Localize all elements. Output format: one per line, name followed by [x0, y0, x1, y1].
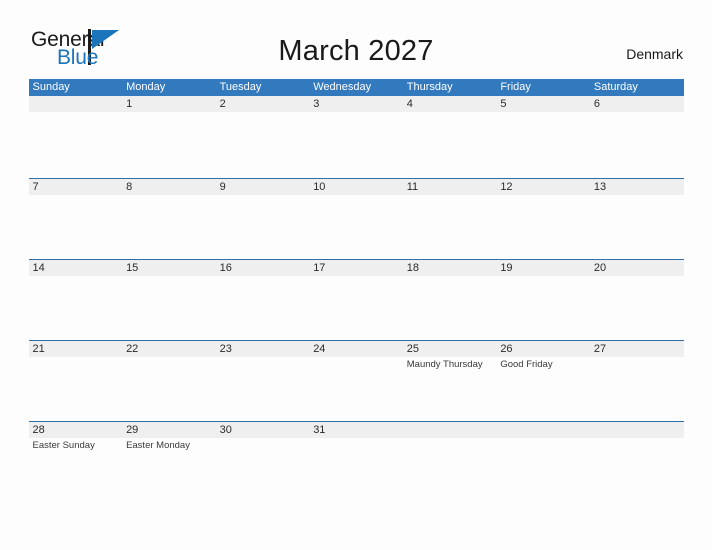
day-event — [403, 438, 497, 500]
day-event — [496, 438, 590, 500]
day-number[interactable]: 8 — [122, 179, 216, 195]
calendar-week-row: 28 29 30 31 Easter Sunday Easter Monday — [28, 421, 684, 479]
calendar-page: General Blue March 2027 Denmark Sunday M… — [0, 0, 712, 550]
day-event — [309, 438, 403, 500]
day-number[interactable]: 3 — [309, 96, 403, 112]
day-number[interactable]: 22 — [122, 341, 216, 357]
day-number[interactable] — [496, 422, 590, 438]
day-event — [590, 357, 684, 419]
day-event — [403, 276, 497, 338]
day-number[interactable]: 6 — [590, 96, 684, 112]
day-number[interactable]: 21 — [29, 341, 123, 357]
day-number[interactable]: 10 — [309, 179, 403, 195]
day-events-band: Maundy Thursday Good Friday — [29, 357, 684, 419]
day-number[interactable]: 25 — [403, 341, 497, 357]
day-number[interactable]: 13 — [590, 179, 684, 195]
day-number[interactable]: 15 — [122, 260, 216, 276]
day-event — [590, 438, 684, 500]
calendar-week-row: 14 15 16 17 18 19 20 — [28, 259, 684, 340]
day-event — [590, 112, 684, 174]
day-number-band: 7 8 9 10 11 12 13 — [28, 179, 684, 195]
day-number[interactable]: 7 — [29, 179, 123, 195]
day-event — [403, 195, 497, 257]
page-title: March 2027 — [278, 35, 434, 67]
day-number[interactable]: 12 — [496, 179, 590, 195]
day-number-band: 28 29 30 31 — [28, 422, 684, 438]
day-number[interactable] — [590, 422, 684, 438]
day-event — [590, 195, 684, 257]
day-event — [309, 357, 403, 419]
day-number-band: 1 2 3 4 5 6 — [28, 96, 684, 112]
day-events-band — [29, 195, 684, 257]
day-number-band: 14 15 16 17 18 19 20 — [28, 260, 684, 276]
weekday-header-saturday: Saturday — [593, 81, 638, 93]
calendar-week-row: 21 22 23 24 25 26 27 Maundy Thursday Goo… — [28, 340, 684, 421]
day-number[interactable]: 4 — [403, 96, 497, 112]
day-number[interactable]: 20 — [590, 260, 684, 276]
calendar-grid: Sunday Monday Tuesday Wednesday Thursday… — [28, 79, 684, 479]
country-label: Denmark — [626, 46, 683, 62]
calendar-week-row: 1 2 3 4 5 6 — [28, 96, 684, 178]
day-event — [309, 195, 403, 257]
weekday-header-sunday: Sunday — [32, 81, 70, 93]
day-number[interactable]: 14 — [29, 260, 123, 276]
day-event — [216, 112, 310, 174]
day-event — [403, 112, 497, 174]
day-event — [29, 112, 123, 174]
day-number[interactable]: 5 — [496, 96, 590, 112]
day-event — [216, 276, 310, 338]
day-number[interactable]: 11 — [403, 179, 497, 195]
day-events-band: Easter Sunday Easter Monday — [29, 438, 684, 500]
day-event — [309, 112, 403, 174]
day-events-band — [29, 276, 684, 338]
day-event — [216, 438, 310, 500]
day-event — [29, 357, 123, 419]
day-number[interactable]: 28 — [29, 422, 123, 438]
day-number[interactable]: 18 — [403, 260, 497, 276]
day-number[interactable]: 24 — [309, 341, 403, 357]
weekday-header-row: Sunday Monday Tuesday Wednesday Thursday… — [28, 79, 684, 96]
day-number[interactable]: 2 — [216, 96, 310, 112]
weekday-header-monday: Monday — [126, 81, 166, 93]
day-event-easter-monday: Easter Monday — [126, 440, 190, 451]
day-event — [122, 276, 216, 338]
day-number[interactable]: 29 — [122, 422, 216, 438]
day-number[interactable]: 27 — [590, 341, 684, 357]
day-event-maundy-thursday: Maundy Thursday — [406, 359, 483, 370]
day-number[interactable]: 31 — [309, 422, 403, 438]
day-number[interactable]: 16 — [216, 260, 310, 276]
day-number-band: 21 22 23 24 25 26 27 — [28, 341, 684, 357]
day-event — [216, 195, 310, 257]
day-event — [216, 357, 310, 419]
day-number[interactable]: 19 — [496, 260, 590, 276]
day-event — [496, 276, 590, 338]
day-number[interactable]: 17 — [309, 260, 403, 276]
day-event — [496, 112, 590, 174]
day-event-good-friday: Good Friday — [500, 359, 553, 370]
page-header: General Blue March 2027 Denmark — [0, 0, 712, 79]
day-event — [122, 112, 216, 174]
day-event — [590, 276, 684, 338]
day-event — [496, 195, 590, 257]
day-number[interactable]: 30 — [216, 422, 310, 438]
weekday-header-wednesday: Wednesday — [313, 81, 372, 93]
weekday-header-friday: Friday — [500, 81, 531, 93]
calendar-week-row: 7 8 9 10 11 12 13 — [28, 178, 684, 259]
day-number[interactable]: 9 — [216, 179, 310, 195]
day-number[interactable] — [403, 422, 497, 438]
day-number[interactable]: 1 — [122, 96, 216, 112]
day-events-band — [29, 112, 684, 174]
day-event — [122, 195, 216, 257]
day-event — [29, 276, 123, 338]
day-event — [122, 357, 216, 419]
day-number[interactable] — [29, 96, 123, 112]
day-event — [29, 195, 123, 257]
weekday-header-tuesday: Tuesday — [219, 81, 262, 93]
day-number[interactable]: 23 — [216, 341, 310, 357]
day-number[interactable]: 26 — [496, 341, 590, 357]
day-event — [309, 276, 403, 338]
day-event-easter-sunday: Easter Sunday — [32, 440, 95, 451]
weekday-header-thursday: Thursday — [406, 81, 453, 93]
